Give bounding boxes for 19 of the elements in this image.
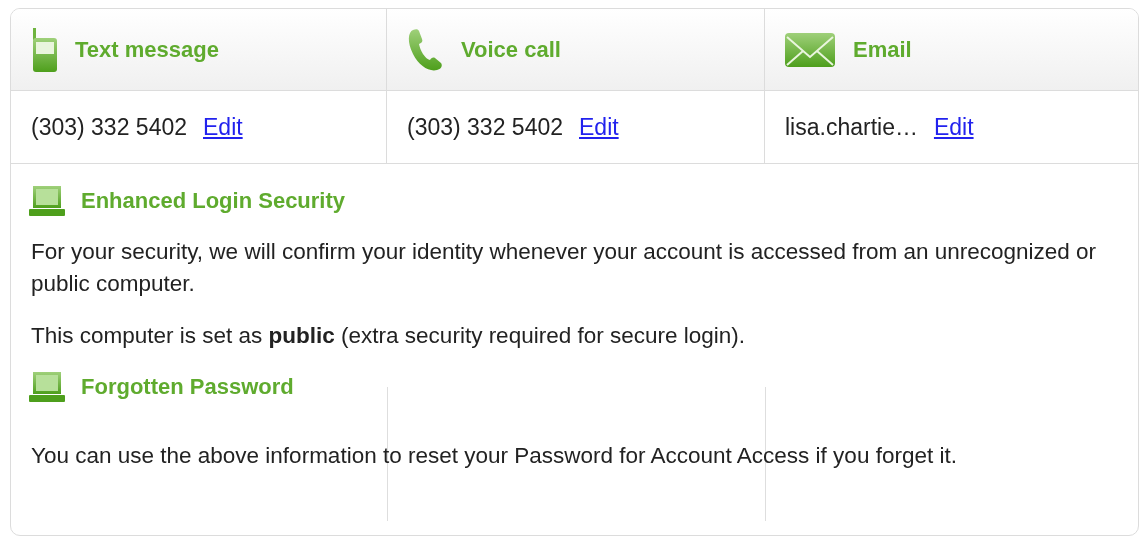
paragraph: You can use the above information to reset your Password for Account Access if you forget it. xyxy=(31,442,958,470)
phone-handset-icon xyxy=(407,27,443,72)
contact-value: lisa.chartie… xyxy=(785,113,918,141)
laptop-icon xyxy=(29,186,65,216)
paragraph: For your security, we will confirm your identity whenever your account is accessed from an unrecognized or public computer. xyxy=(31,238,1098,298)
envelope-icon xyxy=(785,32,835,67)
column-title: Voice call xyxy=(461,36,561,63)
contact-value: (303) 332 5402 xyxy=(407,113,563,141)
section-title: Forgotten Password xyxy=(81,374,294,400)
edit-link[interactable]: Edit xyxy=(933,113,974,141)
mobile-phone-icon xyxy=(31,27,57,72)
column-title: Text message xyxy=(75,36,219,63)
contact-value: (303) 332 5402 xyxy=(31,113,187,141)
section-title: Enhanced Login Security xyxy=(81,188,346,214)
edit-link[interactable]: Edit xyxy=(203,113,243,141)
edit-link[interactable]: Edit xyxy=(579,113,619,141)
column-title: Email xyxy=(853,36,912,63)
paragraph: This computer is set as public (extra security required for secure login). xyxy=(31,322,746,350)
laptop-icon xyxy=(29,372,65,402)
